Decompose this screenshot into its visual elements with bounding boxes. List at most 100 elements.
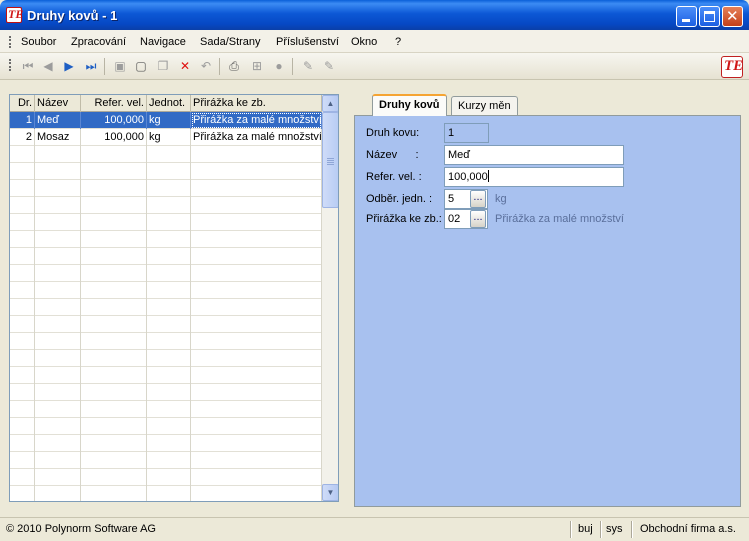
status-company: Obchodní firma a.s. — [640, 523, 736, 535]
table-cell-prirazka — [191, 401, 322, 418]
empty-table-row[interactable] — [10, 265, 322, 282]
empty-table-row[interactable] — [10, 469, 322, 486]
empty-table-row[interactable] — [10, 248, 322, 265]
table-cell-dr — [10, 401, 35, 418]
odber-jedn-lookup-button[interactable]: ... — [470, 190, 486, 208]
undo-icon[interactable]: ↶ — [198, 58, 214, 74]
table-cell-nazev — [35, 214, 81, 231]
tab-kurzy-men[interactable]: Kurzy měn — [451, 96, 518, 116]
table-cell-dr — [10, 214, 35, 231]
menu-grip[interactable] — [9, 36, 11, 48]
table-cell-refer — [81, 248, 147, 265]
empty-table-row[interactable] — [10, 418, 322, 435]
column-header-prirazka[interactable]: Přirážka ke zb. — [191, 95, 322, 112]
table-cell-refer: 100,000 — [81, 129, 147, 146]
table-cell-nazev — [35, 486, 81, 501]
table-cell-dr — [10, 316, 35, 333]
close-button[interactable]: ✕ — [722, 6, 743, 27]
nazev-input[interactable]: Meď — [444, 145, 624, 165]
menu-sada-strany[interactable]: Sada/Strany — [200, 36, 261, 48]
maximize-button[interactable] — [699, 6, 720, 27]
grid-header: Dr. Název Refer. vel. Jednot. Přirážka k… — [10, 95, 322, 112]
empty-table-row[interactable] — [10, 316, 322, 333]
empty-table-row[interactable] — [10, 282, 322, 299]
minimize-button[interactable] — [676, 6, 697, 27]
prirazka-description: Přirážka za malé množství — [495, 213, 624, 225]
window-title: Druhy kovů - 1 — [27, 8, 118, 23]
table-cell-refer — [81, 367, 147, 384]
table-cell-refer — [81, 282, 147, 299]
filter-icon[interactable]: ● — [271, 58, 287, 74]
app-icon[interactable]: TE — [6, 7, 23, 23]
prirazka-lookup-button[interactable]: ... — [470, 210, 486, 228]
table-cell-refer: 100,000 — [81, 112, 147, 129]
refer-vel-label: Refer. vel. : — [366, 171, 422, 183]
empty-table-row[interactable] — [10, 180, 322, 197]
empty-table-row[interactable] — [10, 350, 322, 367]
table-cell-dr — [10, 248, 35, 265]
menu-zpracovani[interactable]: Zpracování — [71, 36, 126, 48]
menu-prislusenstvi[interactable]: Příslušenství — [276, 36, 339, 48]
empty-table-row[interactable] — [10, 146, 322, 163]
empty-table-row[interactable] — [10, 231, 322, 248]
table-cell-nazev — [35, 197, 81, 214]
empty-table-row[interactable] — [10, 384, 322, 401]
first-record-icon[interactable]: ⏮ — [20, 58, 36, 74]
table-cell-nazev — [35, 401, 81, 418]
table-cell-prirazka — [191, 367, 322, 384]
empty-table-row[interactable] — [10, 214, 322, 231]
tree-icon[interactable]: ⊞ — [249, 58, 265, 74]
main-area: Dr. Název Refer. vel. Jednot. Přirážka k… — [0, 81, 749, 517]
toolbar-grip[interactable] — [9, 59, 11, 71]
table-cell-jednot — [147, 333, 191, 350]
table-cell-prirazka — [191, 248, 322, 265]
empty-table-row[interactable] — [10, 401, 322, 418]
menu-soubor[interactable]: Soubor — [21, 36, 56, 48]
delete-icon[interactable]: ✕ — [177, 58, 193, 74]
edit-disabled-icon[interactable]: ✎ — [321, 58, 337, 74]
column-header-jednot[interactable]: Jednot. — [147, 95, 191, 112]
table-cell-prirazka: Přirážka za malé množství — [191, 112, 322, 129]
menu-okno[interactable]: Okno — [351, 36, 377, 48]
menu-navigace[interactable]: Navigace — [140, 36, 186, 48]
table-cell-refer — [81, 146, 147, 163]
column-header-nazev[interactable]: Název — [35, 95, 81, 112]
edit-icon[interactable]: ✎ — [300, 58, 316, 74]
table-cell-refer — [81, 265, 147, 282]
toolbar: ⏮ ◀ ▶ ⏭ ▣ ▢ ❐ ✕ ↶ ⎙ ⊞ ● ✎ ✎ TE — [0, 53, 749, 80]
scroll-up-button[interactable]: ▲ — [322, 95, 338, 112]
table-cell-prirazka — [191, 384, 322, 401]
company-logo: TE — [721, 56, 743, 78]
empty-table-row[interactable] — [10, 299, 322, 316]
column-header-refer[interactable]: Refer. vel. — [81, 95, 147, 112]
scroll-down-button[interactable]: ▼ — [322, 484, 338, 501]
print-icon[interactable]: ⎙ — [226, 58, 242, 74]
save-icon[interactable]: ▣ — [112, 58, 128, 74]
refer-vel-input[interactable]: 100,000 — [444, 167, 624, 187]
copy-icon[interactable]: ❐ — [155, 58, 171, 74]
empty-table-row[interactable] — [10, 367, 322, 384]
column-header-dr[interactable]: Dr. — [10, 95, 35, 112]
tab-druhy-kovu[interactable]: Druhy kovů — [372, 94, 447, 116]
empty-table-row[interactable] — [10, 452, 322, 469]
grid-vertical-scrollbar[interactable]: ▲ ▼ — [322, 95, 338, 501]
table-cell-nazev — [35, 469, 81, 486]
table-cell-refer — [81, 333, 147, 350]
empty-table-row[interactable] — [10, 163, 322, 180]
next-record-icon[interactable]: ▶ — [61, 58, 77, 74]
empty-table-row[interactable] — [10, 197, 322, 214]
empty-table-row[interactable] — [10, 486, 322, 501]
last-record-icon[interactable]: ⏭ — [83, 58, 99, 74]
new-record-icon[interactable]: ▢ — [133, 58, 149, 74]
menu-help[interactable]: ? — [395, 36, 401, 48]
previous-record-icon[interactable]: ◀ — [40, 58, 56, 74]
empty-table-row[interactable] — [10, 435, 322, 452]
metal-types-grid[interactable]: Dr. Název Refer. vel. Jednot. Přirážka k… — [9, 94, 339, 502]
empty-table-row[interactable] — [10, 333, 322, 350]
table-cell-nazev — [35, 265, 81, 282]
title-bar[interactable]: TE Druhy kovů - 1 ✕ — [0, 0, 749, 30]
scroll-thumb[interactable] — [322, 112, 338, 208]
table-row[interactable]: 2 Mosaz 100,000 kg Přirážka za malé množství — [10, 129, 322, 146]
table-cell-jednot — [147, 418, 191, 435]
table-row[interactable]: 1 Meď 100,000 kg Přirážka za malé množství — [10, 112, 322, 129]
